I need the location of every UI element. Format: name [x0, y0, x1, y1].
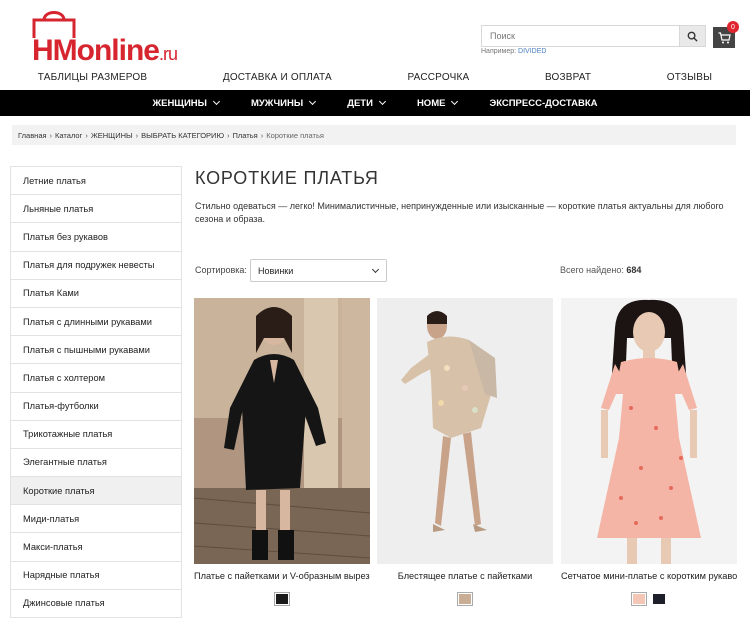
breadcrumb-current: Короткие платья	[266, 130, 324, 140]
color-swatch[interactable]	[457, 592, 473, 606]
sidebar-item-halter[interactable]: Платья с холтером	[11, 364, 181, 393]
sidebar-item-short[interactable]: Короткие платья	[11, 477, 181, 506]
product-photo-mesh-mini-dress	[561, 298, 737, 564]
product-photo-glitter-dress	[377, 298, 553, 564]
top-nav-delivery[interactable]: ДОСТАВКА И ОПЛАТА	[217, 72, 338, 88]
results-label: Всего найдено:	[560, 265, 624, 275]
results-count: Всего найдено: 684	[560, 265, 641, 275]
cart-icon	[718, 31, 731, 43]
main-nav-men[interactable]: МУЖЧИНЫ	[235, 98, 331, 109]
sidebar-item-summer[interactable]: Летние платья	[11, 167, 181, 196]
breadcrumb-home[interactable]: Главная	[18, 131, 47, 140]
page-title: КОРОТКИЕ ПЛАТЬЯ	[195, 168, 379, 188]
sort-selected-value: Новинки	[258, 265, 294, 276]
product-name[interactable]: Платье с пайетками и V-образным вырезом	[194, 571, 370, 583]
main-nav-label: ЭКСПРЕСС-ДОСТАВКА	[489, 97, 598, 109]
chevron-down-icon	[378, 97, 386, 106]
sort-select[interactable]: Новинки	[250, 259, 387, 282]
sidebar-item-maxi[interactable]: Макси-платья	[11, 533, 181, 562]
top-nav-reviews[interactable]: ОТЗЫВЫ	[661, 72, 718, 88]
logo-suffix: .ru	[159, 44, 178, 64]
header: HMonline.ru Например: DIVIDED 0	[0, 0, 750, 67]
main-nav-label: МУЖЧИНЫ	[250, 97, 304, 109]
search-hint-example[interactable]: DIVIDED	[518, 48, 546, 55]
cart-count-badge: 0	[727, 21, 739, 33]
search-input[interactable]	[482, 26, 680, 46]
top-nav-returns[interactable]: ВОЗВРАТ	[539, 72, 597, 88]
product-card[interactable]: Блестящее платье с пайетками	[377, 298, 553, 606]
sidebar-item-puff-sleeve[interactable]: Платья с пышными рукавами	[11, 336, 181, 365]
product-photo-sequin-dress	[194, 298, 370, 564]
breadcrumb-separator-icon: ›	[85, 130, 88, 140]
color-swatches	[561, 592, 737, 606]
search-hint: Например: DIVIDED	[481, 48, 546, 55]
main-nav-label: ЖЕНЩИНЫ	[152, 97, 207, 109]
product-name[interactable]: Блестящее платье с пайетками	[377, 571, 553, 583]
product-image[interactable]	[561, 298, 737, 564]
main-nav-home[interactable]: HOME	[401, 98, 474, 109]
product-card[interactable]: Сетчатое мини-платье с коротким рукавом	[561, 298, 737, 606]
breadcrumb-separator-icon: ›	[260, 130, 264, 140]
color-swatch[interactable]	[274, 592, 290, 606]
sidebar-item-midi[interactable]: Миди-платья	[11, 505, 181, 534]
breadcrumb-separator-icon: ›	[227, 130, 230, 140]
search-button[interactable]	[679, 26, 705, 46]
color-swatch[interactable]	[631, 592, 647, 606]
top-nav: ТАБЛИЦЫ РАЗМЕРОВ ДОСТАВКА И ОПЛАТА РАССР…	[0, 72, 750, 88]
sidebar-item-elegant[interactable]: Элегантные платья	[11, 449, 181, 478]
breadcrumb-women[interactable]: ЖЕНЩИНЫ	[91, 131, 133, 140]
search-hint-prefix: Например:	[481, 48, 517, 55]
page-description: Стильно одеваться — легко! Минималистичн…	[195, 201, 724, 224]
product-name[interactable]: Сетчатое мини-платье с коротким рукавом	[561, 571, 737, 583]
color-swatches	[377, 592, 553, 606]
sort-label: Сортировка:	[195, 265, 247, 275]
logo-text: HMonline.ru	[32, 34, 178, 68]
product-image[interactable]	[377, 298, 553, 564]
main-nav-label: ДЕТИ	[347, 97, 373, 109]
product-card[interactable]: Платье с пайетками и V-образным вырезом	[194, 298, 370, 606]
chevron-down-icon	[371, 265, 380, 274]
breadcrumb-separator-icon: ›	[49, 130, 53, 140]
sidebar-item-bridesmaid[interactable]: Платья для подружек невесты	[11, 252, 181, 280]
chevron-down-icon	[451, 97, 459, 106]
main-nav-women[interactable]: ЖЕНЩИНЫ	[137, 98, 235, 109]
results-number: 684	[626, 265, 642, 275]
sidebar-item-sleeveless[interactable]: Платья без рукавов	[11, 223, 181, 252]
sidebar-item-cami[interactable]: Платья Ками	[11, 280, 181, 308]
top-nav-size-charts[interactable]: ТАБЛИЦЫ РАЗМЕРОВ	[32, 72, 153, 88]
logo-wordmark: HMonline	[32, 34, 160, 67]
search-box	[481, 25, 706, 47]
breadcrumb-category[interactable]: ВЫБРАТЬ КАТЕГОРИЮ	[141, 131, 224, 140]
breadcrumb-catalog[interactable]: Каталог	[55, 131, 82, 140]
chevron-down-icon	[212, 97, 221, 106]
sidebar-item-party[interactable]: Нарядные платья	[11, 562, 181, 590]
sidebar-item-tshirt[interactable]: Платья-футболки	[11, 393, 181, 421]
breadcrumb-dresses[interactable]: Платья	[233, 131, 258, 140]
sidebar-item-linen[interactable]: Льняные платья	[11, 195, 181, 224]
main-nav-express[interactable]: ЭКСПРЕСС-ДОСТАВКА	[473, 98, 613, 109]
color-swatches	[194, 592, 370, 606]
top-nav-installments[interactable]: РАССРОЧКА	[401, 72, 475, 88]
sidebar-item-long-sleeve[interactable]: Платья с длинными рукавами	[11, 308, 181, 337]
site-logo[interactable]: HMonline.ru	[28, 8, 178, 67]
main-nav-kids[interactable]: ДЕТИ	[331, 98, 401, 109]
sidebar-item-knit[interactable]: Трикотажные платья	[11, 421, 181, 449]
breadcrumb: Главная › Каталог › ЖЕНЩИНЫ › ВЫБРАТЬ КАТЕГ…	[12, 125, 736, 145]
category-sidebar: Летние платья Льняные платья Платья без …	[10, 166, 182, 618]
main-nav-label: HOME	[416, 97, 446, 109]
chevron-down-icon	[309, 97, 317, 106]
color-swatch[interactable]	[651, 592, 667, 606]
breadcrumb-separator-icon: ›	[135, 130, 139, 140]
product-image[interactable]	[194, 298, 370, 564]
main-nav: ЖЕНЩИНЫ МУЖЧИНЫ ДЕТИ HOME ЭКСПРЕСС-ДОСТА…	[0, 90, 750, 116]
sidebar-item-denim[interactable]: Джинсовые платья	[11, 590, 181, 618]
search-icon	[687, 31, 698, 42]
